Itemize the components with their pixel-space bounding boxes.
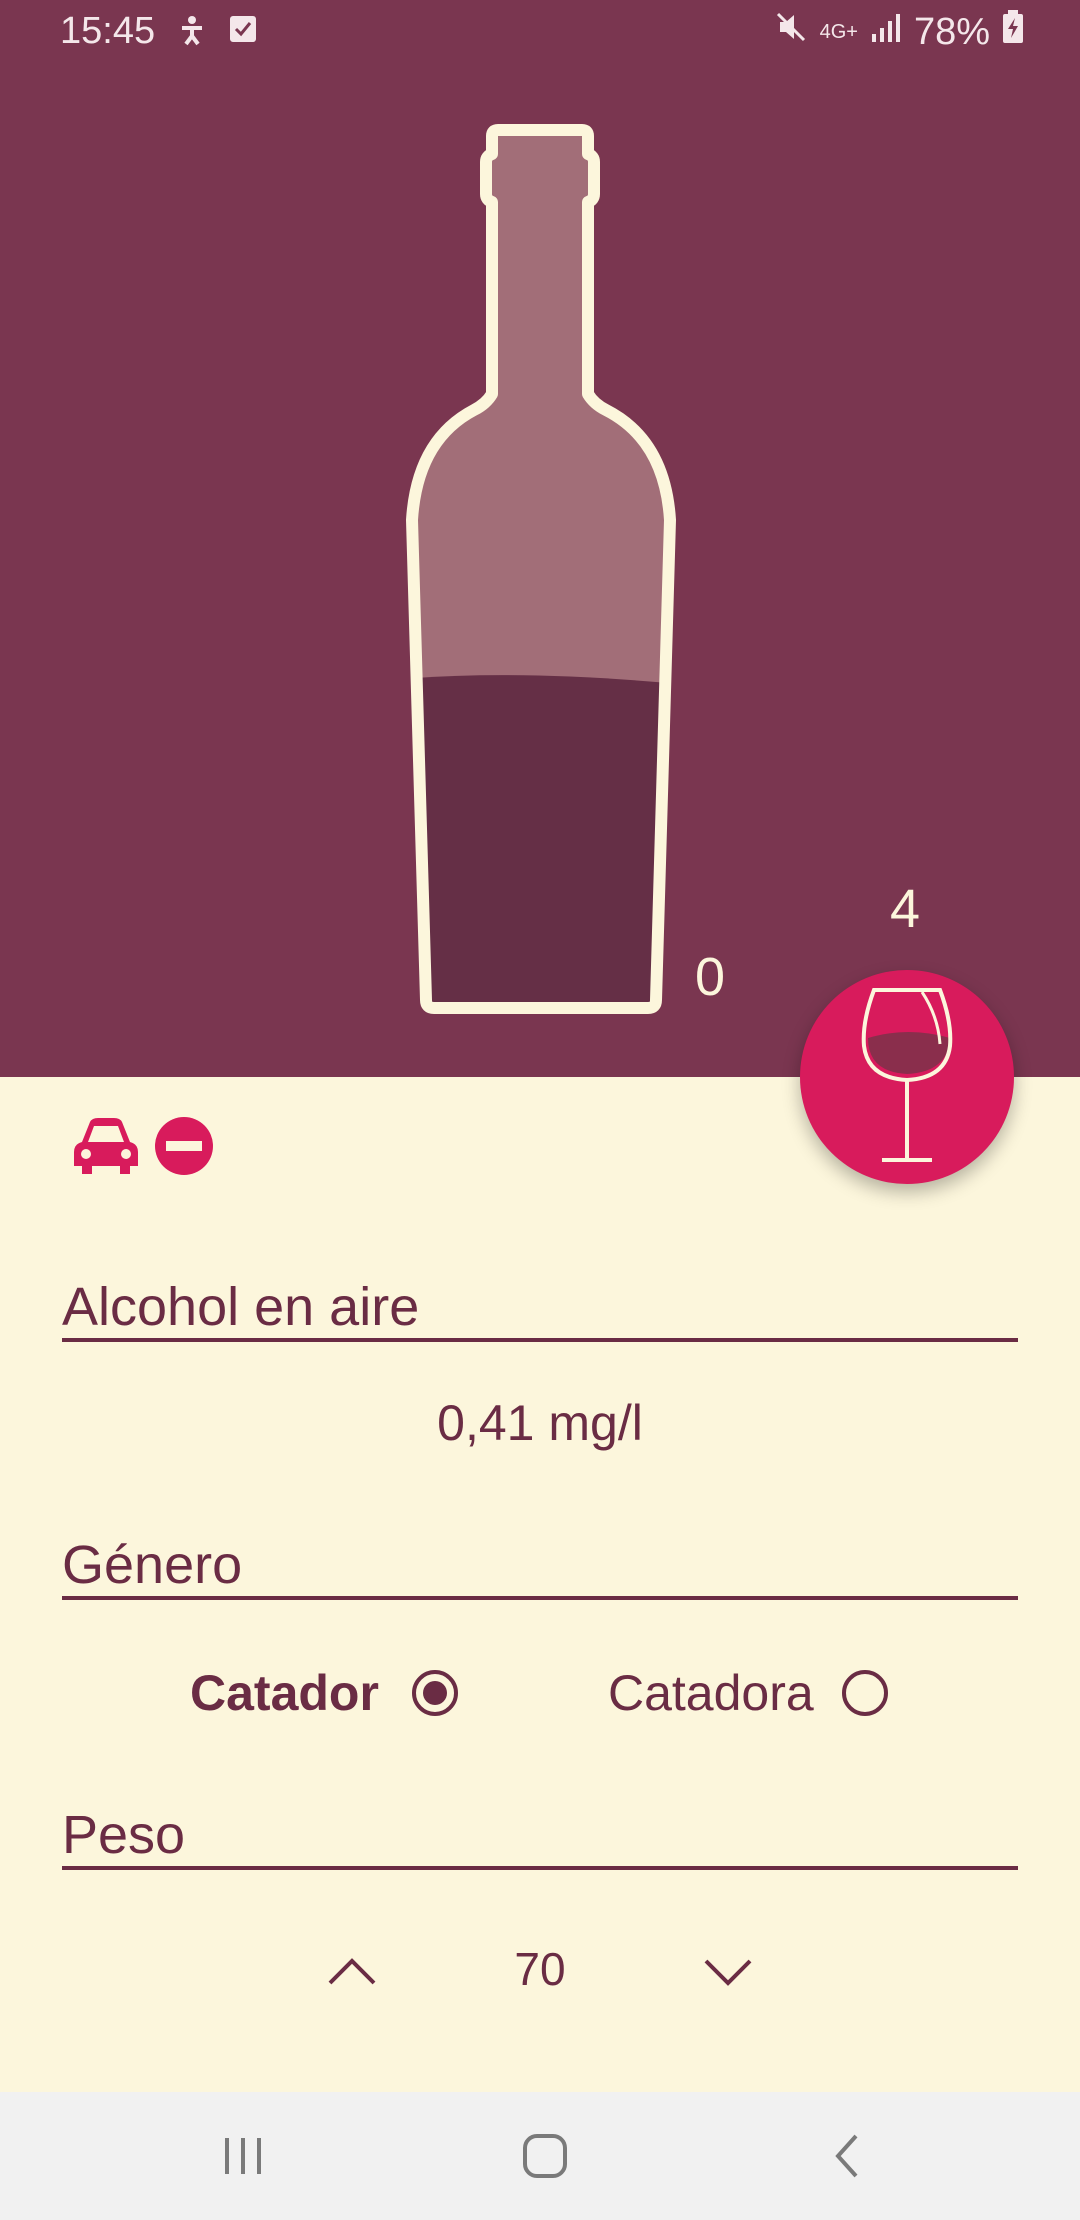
weight-section-title: Peso — [62, 1804, 1018, 1870]
system-nav-bar — [0, 2092, 1080, 2220]
gender-section-title: Género — [62, 1534, 1018, 1600]
gender-radio-group: Catador Catadora — [0, 1660, 1080, 1730]
gender-option-catadora-label[interactable]: Catadora — [608, 1664, 814, 1722]
glass-count: 4 — [890, 879, 921, 939]
gender-option-catador-label[interactable]: Catador — [190, 1664, 379, 1722]
radio-unselected-icon[interactable] — [842, 1670, 888, 1716]
recents-icon — [225, 2138, 261, 2174]
bottle-count: 0 — [695, 947, 726, 1007]
weight-value: 70 — [514, 1943, 566, 1995]
alcohol-value: 0,41 mg/l — [437, 1395, 643, 1451]
wine-glass-icon — [861, 988, 953, 1162]
status-icons-row — [72, 1116, 214, 1176]
home-icon — [523, 2134, 567, 2178]
home-button[interactable] — [500, 2116, 590, 2196]
no-entry-icon — [155, 1117, 213, 1175]
chevron-down-icon — [704, 1959, 752, 1986]
back-button[interactable] — [802, 2116, 892, 2196]
alcohol-section-title: Alcohol en aire — [62, 1276, 1018, 1342]
recents-button[interactable] — [198, 2116, 288, 2196]
add-glass-button[interactable] — [800, 970, 1014, 1184]
car-icon — [74, 1118, 138, 1174]
weight-decrease-button[interactable] — [688, 1932, 768, 2012]
radio-selected-icon[interactable] — [412, 1670, 458, 1716]
back-icon — [835, 2134, 858, 2178]
weight-stepper: 70 — [0, 1932, 1080, 2012]
